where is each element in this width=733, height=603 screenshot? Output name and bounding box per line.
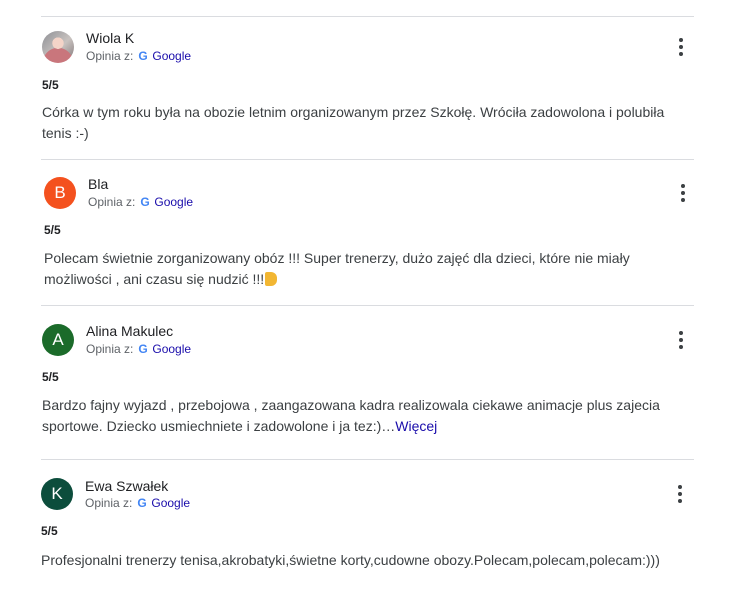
author-name[interactable]: Wiola K [86, 30, 134, 46]
review-text: Polecam świetnie zorganizowany obóz !!! … [44, 248, 694, 290]
avatar-letter: B [54, 183, 66, 202]
avatar-letter: K [51, 484, 63, 503]
source-name[interactable]: Google [152, 342, 191, 356]
source-name[interactable]: Google [151, 496, 190, 510]
avatar[interactable] [42, 31, 74, 63]
review-source: Opinia z: G Google [85, 496, 190, 510]
review-text-body: Bardzo fajny wyjazd , przebojowa , zaang… [42, 397, 660, 434]
divider [41, 459, 694, 460]
more-options-icon[interactable] [674, 182, 692, 204]
avatar[interactable]: B [44, 177, 76, 209]
google-icon: G [140, 195, 150, 209]
rating: 5/5 [42, 78, 59, 92]
divider [41, 159, 694, 160]
avatar[interactable]: A [42, 324, 74, 356]
author-name[interactable]: Bla [88, 176, 108, 192]
rating: 5/5 [42, 370, 59, 384]
divider [41, 16, 694, 17]
more-options-icon[interactable] [672, 36, 690, 58]
source-prefix: Opinia z: [88, 195, 136, 209]
hand-emoji-icon [265, 272, 278, 286]
source-name[interactable]: Google [152, 49, 191, 63]
source-prefix: Opinia z: [85, 496, 133, 510]
rating: 5/5 [41, 524, 58, 538]
more-options-icon[interactable] [671, 483, 689, 505]
review-source: Opinia z: G Google [86, 49, 191, 63]
rating: 5/5 [44, 223, 61, 237]
review-text-body: Polecam świetnie zorganizowany obóz !!! … [44, 250, 630, 287]
source-name[interactable]: Google [154, 195, 193, 209]
avatar[interactable]: K [41, 478, 73, 510]
avatar-letter: A [52, 330, 64, 349]
more-options-icon[interactable] [672, 329, 690, 351]
source-prefix: Opinia z: [86, 342, 134, 356]
divider [41, 305, 694, 306]
source-prefix: Opinia z: [86, 49, 134, 63]
review-text: Córka w tym roku była na obozie letnim o… [42, 104, 665, 141]
google-icon: G [137, 496, 147, 510]
review-text: Profesjonalni trenerzy tenisa,akrobatyki… [41, 552, 660, 568]
review-text: Bardzo fajny wyjazd , przebojowa , zaang… [42, 395, 692, 437]
review-source: Opinia z: G Google [88, 195, 193, 209]
google-icon: G [138, 342, 148, 356]
author-name[interactable]: Alina Makulec [86, 323, 173, 339]
author-name[interactable]: Ewa Szwałek [85, 478, 168, 494]
review-source: Opinia z: G Google [86, 342, 191, 356]
more-link[interactable]: Więcej [395, 418, 437, 434]
google-icon: G [138, 49, 148, 63]
